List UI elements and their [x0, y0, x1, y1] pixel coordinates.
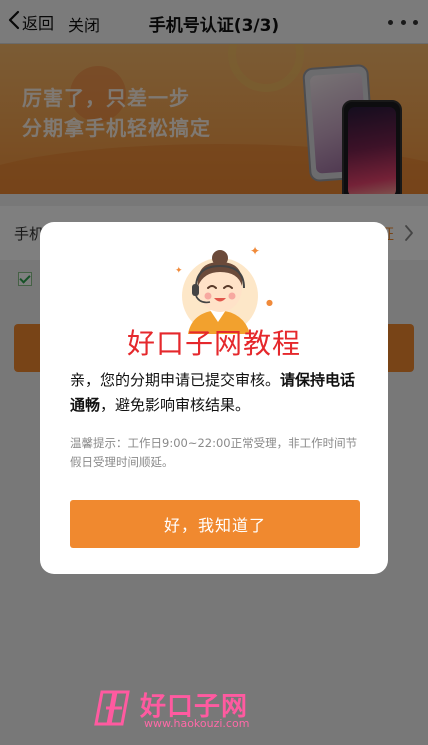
- watermark-url: www.haokouzi.com: [144, 717, 250, 730]
- logo-icon: [94, 688, 134, 728]
- confirmation-dialog: ✦ ✦ ● 好口子网教程 亲，您的分期申请已提交审核。请保持电话通畅，避免影响审…: [40, 222, 388, 574]
- dialog-message: 亲，您的分期申请已提交审核。请保持电话通畅，避免影响审核结果。: [70, 368, 362, 418]
- watermark-text: 好口子网教程: [126, 327, 301, 360]
- site-watermark: 好口子网 www.haokouzi.com: [94, 686, 274, 732]
- dialog-tip: 温馨提示：工作日9:00~22:00正常受理，非工作时间节假日受理时间顺延。: [70, 436, 358, 469]
- sparkle-icon: ●: [266, 298, 273, 307]
- message-text-end: ，避免影响审核结果。: [100, 396, 251, 414]
- acknowledge-button[interactable]: 好，我知道了: [70, 500, 360, 548]
- message-text: 亲，您的分期申请已提交审核。: [70, 371, 281, 389]
